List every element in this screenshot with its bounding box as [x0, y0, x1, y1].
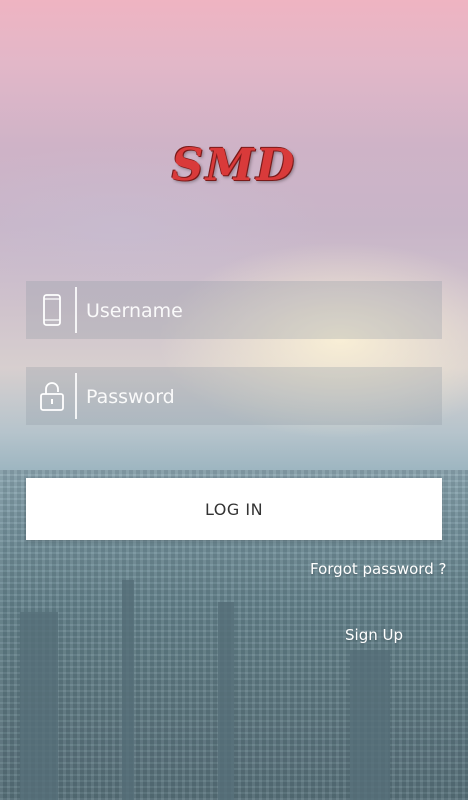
password-input[interactable] [84, 367, 438, 427]
username-field[interactable] [26, 281, 442, 341]
lock-icon [38, 380, 66, 412]
app-logo: SMD [171, 140, 297, 191]
field-divider [75, 287, 77, 333]
password-field[interactable] [26, 367, 442, 427]
forgot-password-link[interactable]: Forgot password ? [310, 560, 446, 578]
phone-icon [38, 294, 66, 326]
signup-link[interactable]: Sign Up [345, 626, 403, 644]
username-input[interactable] [84, 281, 438, 341]
login-button[interactable]: LOG IN [26, 478, 442, 540]
field-divider [75, 373, 77, 419]
